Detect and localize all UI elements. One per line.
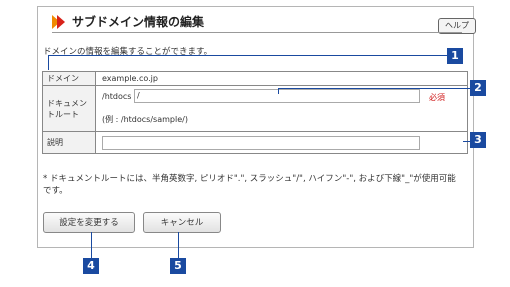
memo-input[interactable]	[102, 136, 420, 150]
form-row-docroot: ドキュメン トルート /htdocs / 必須 (例 : /htdocs/sam…	[42, 85, 468, 132]
memo-label: 説明	[42, 131, 96, 154]
callout-4-marker: 4	[83, 258, 99, 274]
callout-2-marker: 2	[470, 80, 486, 96]
title-accent-icon-secondary	[57, 15, 65, 29]
memo-cell	[95, 131, 468, 154]
docroot-input[interactable]: /	[134, 89, 420, 103]
docroot-cell: /htdocs / 必須 (例 : /htdocs/sample/)	[95, 85, 468, 132]
callout-5-marker: 5	[170, 258, 186, 274]
form-row-memo: 説明	[42, 131, 468, 154]
required-mark: 必須	[429, 93, 445, 102]
callout-3-marker: 3	[470, 132, 486, 148]
callout-1-line-down	[48, 55, 49, 70]
docroot-prefix: /htdocs	[102, 92, 132, 101]
edit-subdomain-panel: サブドメイン情報の編集 ヘルプ ドメインの情報を編集することができます。 ドメイ…	[37, 6, 476, 248]
form-row-domain: ドメイン example.co.jp	[42, 71, 468, 86]
docroot-label-line1: ドキュメン	[47, 98, 87, 108]
docroot-note-line2: です。	[43, 186, 68, 196]
docroot-label: ドキュメン トルート	[42, 85, 96, 132]
docroot-note-line1: * ドキュメントルートには、半角英数字, ピリオド".", スラッシュ"/", …	[43, 174, 456, 184]
docroot-label-line2: トルート	[47, 109, 79, 119]
callout-2-line-down	[278, 88, 279, 94]
callout-4-line	[91, 232, 92, 258]
cancel-button[interactable]: キャンセル	[143, 212, 221, 233]
callout-2-line	[278, 88, 476, 89]
docroot-example: (例 : /htdocs/sample/)	[102, 115, 188, 124]
subdomain-form-table: ドメイン example.co.jp ドキュメン トルート /htdocs / …	[42, 71, 468, 154]
callout-1-marker: 1	[447, 48, 463, 64]
callout-5-line	[178, 232, 179, 258]
save-settings-button[interactable]: 設定を変更する	[43, 212, 135, 233]
docroot-note: * ドキュメントルートには、半角英数字, ピリオド".", スラッシュ"/", …	[43, 173, 463, 197]
domain-value: example.co.jp	[95, 71, 468, 86]
callout-1-line	[48, 55, 454, 56]
page-title-row: サブドメイン情報の編集 ヘルプ	[52, 13, 476, 34]
page-title: サブドメイン情報の編集	[72, 15, 205, 29]
title-divider	[52, 32, 462, 33]
domain-label: ドメイン	[42, 71, 96, 86]
